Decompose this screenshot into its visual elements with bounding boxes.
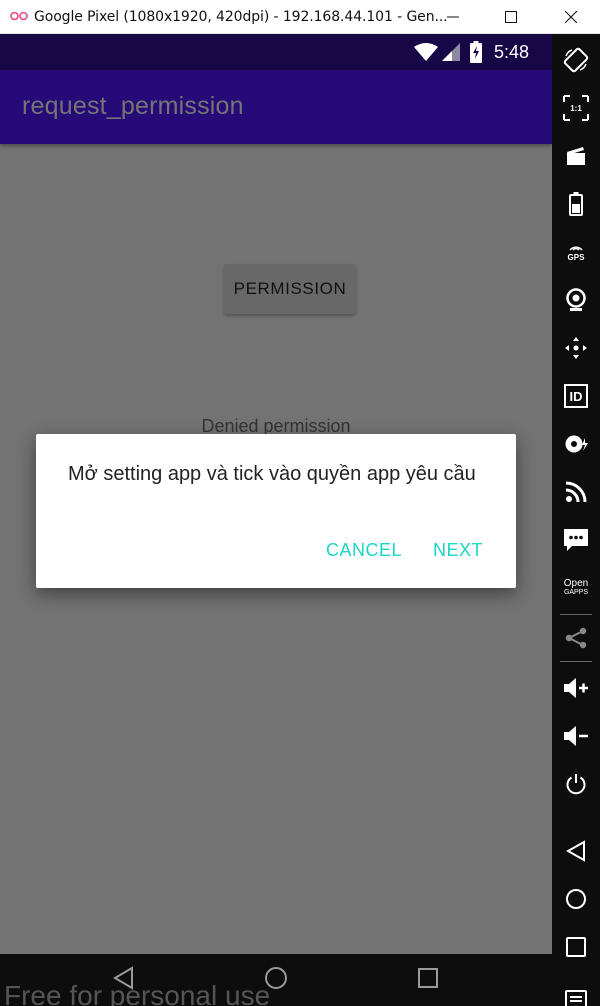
home-icon — [566, 889, 586, 909]
rotate-device-button[interactable] — [562, 46, 590, 74]
close-button[interactable] — [548, 0, 594, 34]
open-gapps-label-top: Open — [563, 578, 589, 589]
sms-button[interactable] — [562, 526, 590, 554]
emulator-side-toolbar: 1:1 GPS ID Open GAPPS — [552, 34, 600, 1006]
close-icon — [565, 11, 577, 23]
gps-button[interactable]: GPS — [562, 238, 590, 266]
battery-charging-icon — [470, 41, 482, 63]
disk-io-button[interactable] — [562, 430, 590, 458]
permission-button[interactable]: PERMISSION — [224, 264, 356, 314]
maximize-icon — [505, 11, 517, 23]
recents-icon — [566, 937, 586, 957]
capture-button[interactable] — [562, 142, 590, 170]
pixel-perfect-button[interactable]: 1:1 — [562, 94, 590, 122]
move-arrows-icon — [565, 337, 587, 359]
message-icon — [564, 529, 588, 551]
dialog-message: Mở setting app và tick vào quyền app yêu… — [68, 463, 476, 485]
share-button[interactable] — [562, 624, 590, 652]
recents-key-button[interactable] — [562, 933, 590, 961]
clapperboard-icon — [567, 147, 585, 165]
camera-button[interactable] — [562, 286, 590, 314]
network-button[interactable] — [562, 478, 590, 506]
gps-label: GPS — [567, 253, 585, 262]
minimize-icon — [447, 16, 459, 18]
volume-down-icon — [564, 726, 588, 746]
next-button[interactable]: NEXT — [433, 540, 483, 561]
toolbar-separator — [560, 614, 592, 615]
battery-button[interactable] — [562, 190, 590, 218]
open-gapps-label-bottom: GAPPS — [563, 589, 589, 596]
window-title-bar: Google Pixel (1080x1920, 420dpi) - 192.1… — [0, 0, 600, 34]
device-id-button[interactable]: ID — [562, 382, 590, 410]
recents-icon[interactable] — [418, 968, 438, 988]
open-gapps-button[interactable]: Open GAPPS — [562, 574, 590, 602]
rss-feed-icon — [565, 481, 587, 503]
wifi-icon — [414, 43, 438, 61]
pixel-perfect-icon: 1:1 — [563, 95, 589, 121]
alert-dialog: Mở setting app và tick vào quyền app yêu… — [36, 434, 516, 588]
open-gapps-icon: Open GAPPS — [564, 579, 588, 597]
android-status-bar: 5:48 — [0, 34, 552, 70]
back-icon — [566, 840, 585, 862]
remote-control-button[interactable] — [562, 334, 590, 362]
window-title: Google Pixel (1080x1920, 420dpi) - 192.1… — [34, 9, 448, 25]
id-badge-icon: ID — [564, 384, 588, 408]
volume-up-button[interactable] — [562, 674, 590, 702]
toolbar-separator — [560, 661, 592, 662]
rotate-icon — [563, 47, 589, 73]
battery-icon — [569, 192, 583, 216]
device-screen: 5:48 request_permission PERMISSION Denie… — [0, 34, 552, 1006]
status-time: 5:48 — [494, 42, 530, 62]
maximize-button[interactable] — [488, 0, 534, 34]
watermark-text: Free for personal use — [4, 980, 271, 1006]
genymotion-logo-icon — [10, 11, 28, 21]
menu-icon — [565, 990, 587, 1006]
disk-io-icon — [565, 435, 588, 453]
share-icon — [565, 627, 587, 649]
cell-signal-icon — [442, 43, 460, 61]
home-key-button[interactable] — [562, 885, 590, 913]
pixel-perfect-label: 1:1 — [570, 104, 582, 113]
back-key-button[interactable] — [562, 837, 590, 865]
power-icon — [566, 774, 586, 795]
gps-signal-icon — [569, 246, 583, 251]
power-button[interactable] — [562, 770, 590, 798]
minimize-button[interactable] — [430, 0, 476, 34]
webcam-icon — [566, 288, 586, 311]
volume-up-icon — [564, 678, 588, 698]
id-label: ID — [569, 388, 583, 404]
app-bar: request_permission — [0, 70, 552, 144]
volume-down-button[interactable] — [562, 722, 590, 750]
cancel-button[interactable]: CANCEL — [326, 540, 402, 561]
menu-key-button[interactable] — [562, 982, 590, 1006]
app-title: request_permission — [22, 92, 244, 120]
